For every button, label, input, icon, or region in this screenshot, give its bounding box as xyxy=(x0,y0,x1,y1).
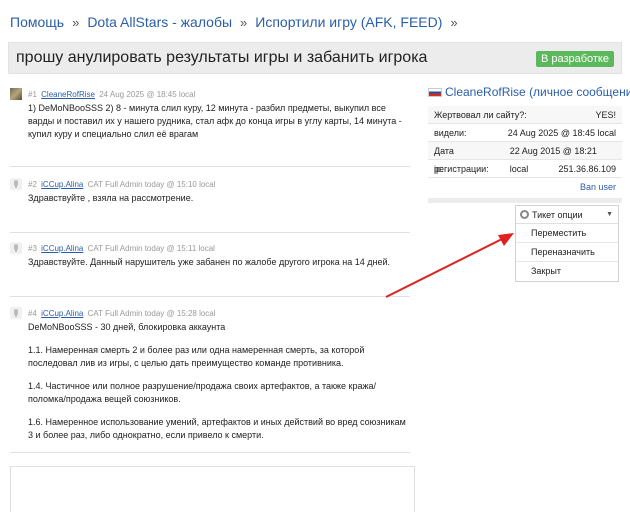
post-item: #2 iCCup.Alina CAT Full Admin today @ 15… xyxy=(10,178,410,205)
post-author-link[interactable]: iCCup.Alina xyxy=(41,244,83,253)
info-value: 22 Aug 2015 @ 18:21 local xyxy=(509,146,597,174)
user-info-table: Жертвовал ли сайту?: YES! видели: 24 Aug… xyxy=(428,106,622,178)
post-text: DeMoNBooSSS - 30 дней, блокировка аккаун… xyxy=(28,322,226,332)
post-number: #1 xyxy=(28,90,37,99)
breadcrumb-separator: » xyxy=(72,15,80,30)
post-number: #3 xyxy=(28,244,37,253)
post-text: Здравствуйте. Данный нарушитель уже заба… xyxy=(28,257,390,267)
user-info-header: CleaneRofRise (личное сообщение) xyxy=(428,82,630,102)
post-author-role: CAT Full Admin xyxy=(87,180,143,189)
page-title: прошу анулировать результаты игры и заба… xyxy=(16,49,428,66)
info-label: ip: xyxy=(434,164,444,174)
status-badge: В разработке xyxy=(535,51,614,67)
chevron-down-icon: ▼ xyxy=(606,211,613,218)
admin-avatar-icon xyxy=(10,307,22,319)
post-paragraph: 1.4. Частичное или полное разрушение/про… xyxy=(28,381,376,404)
post-author-role: CAT Full Admin xyxy=(87,309,143,318)
menu-item-reassign[interactable]: Переназначить xyxy=(516,243,618,262)
post-meta: #2 iCCup.Alina CAT Full Admin today @ 15… xyxy=(28,178,410,191)
info-label: Жертвовал ли сайту?: xyxy=(434,110,527,120)
post-time: 24 Aug 2025 @ 18:45 local xyxy=(99,90,196,99)
info-value: 24 Aug 2025 @ 18:45 local xyxy=(507,128,616,138)
info-row-donated: Жертвовал ли сайту?: YES! xyxy=(428,106,622,124)
info-value: YES! xyxy=(595,110,616,120)
breadcrumb-ruined-game[interactable]: Испортили игру (AFK, FEED) xyxy=(255,14,442,30)
post-text: 1) DeMoNBooSSS 2) 8 - минута слил куру, … xyxy=(28,103,402,139)
post-divider xyxy=(10,232,410,233)
post-author-link[interactable]: CleaneRofRise xyxy=(41,90,95,99)
info-value: 251.36.86.109 xyxy=(558,164,616,174)
post-divider xyxy=(10,452,410,453)
post-paragraph: 1.6. Намеренное использование умений, ар… xyxy=(28,417,406,440)
post-time: today @ 15:28 local xyxy=(144,309,216,318)
admin-avatar-icon xyxy=(10,178,22,190)
avatar xyxy=(10,88,22,100)
post-item: #3 iCCup.Alina CAT Full Admin today @ 15… xyxy=(10,242,410,269)
sidebar-divider xyxy=(428,198,622,203)
post-paragraph: 1.1. Намеренная смерть 2 и более раз или… xyxy=(28,345,365,368)
post-divider xyxy=(10,166,410,167)
admin-avatar-icon xyxy=(10,242,22,254)
post-author-link[interactable]: iCCup.Alina xyxy=(41,309,83,318)
info-row-last-seen: видели: 24 Aug 2025 @ 18:45 local xyxy=(428,124,622,142)
ticket-title-bar: прошу анулировать результаты игры и заба… xyxy=(8,42,622,74)
post-meta: #3 iCCup.Alina CAT Full Admin today @ 15… xyxy=(28,242,410,255)
post-time: today @ 15:11 local xyxy=(144,244,215,253)
post-meta: #4 iCCup.Alina CAT Full Admin today @ 15… xyxy=(28,307,410,320)
post-author-role: CAT Full Admin xyxy=(87,244,143,253)
breadcrumb-help[interactable]: Помощь xyxy=(10,14,64,30)
post-number: #4 xyxy=(28,309,37,318)
reply-textarea[interactable] xyxy=(10,466,415,512)
breadcrumb: Помощь » Dota AllStars - жалобы » Испортили … xyxy=(10,14,466,30)
user-profile-link[interactable]: CleaneRofRise xyxy=(445,85,526,99)
post-item: #1 CleaneRofRise 24 Aug 2025 @ 18:45 loc… xyxy=(10,88,410,141)
info-label: видели: xyxy=(434,128,467,138)
post-number: #2 xyxy=(28,180,37,189)
ticket-options-button[interactable]: Тикет опции ▼ xyxy=(516,206,618,224)
post-text: Здравствуйте , взяла на рассмотрение. xyxy=(28,193,194,203)
breadcrumb-separator: » xyxy=(240,15,248,30)
info-label: Дата регистрации: xyxy=(434,146,489,174)
ban-user-link[interactable]: Ban user xyxy=(580,182,616,192)
info-row-registered: Дата регистрации: 22 Aug 2015 @ 18:21 lo… xyxy=(428,142,622,174)
post-author-link[interactable]: iCCup.Alina xyxy=(41,180,83,189)
post-meta: #1 CleaneRofRise 24 Aug 2025 @ 18:45 loc… xyxy=(28,88,410,101)
ticket-options-label: Тикет опции xyxy=(532,210,583,220)
menu-item-move[interactable]: Переместить xyxy=(516,224,618,243)
breadcrumb-separator: » xyxy=(450,15,458,30)
russia-flag-icon xyxy=(428,88,442,97)
ticket-options-menu: Тикет опции ▼ Переместить Переназначить … xyxy=(515,205,619,282)
private-message-link[interactable]: (личное сообщение) xyxy=(529,85,630,99)
post-divider xyxy=(10,296,410,297)
gear-icon xyxy=(520,210,529,219)
post-item: #4 iCCup.Alina CAT Full Admin today @ 15… xyxy=(10,307,410,442)
post-time: today @ 15:10 local xyxy=(144,180,216,189)
menu-item-closed[interactable]: Закрыт xyxy=(516,262,618,281)
annotation-arrow-icon xyxy=(385,233,514,298)
breadcrumb-dota-complaints[interactable]: Dota AllStars - жалобы xyxy=(87,14,232,30)
user-info-panel: CleaneRofRise (личное сообщение) Жертвов… xyxy=(428,82,630,203)
